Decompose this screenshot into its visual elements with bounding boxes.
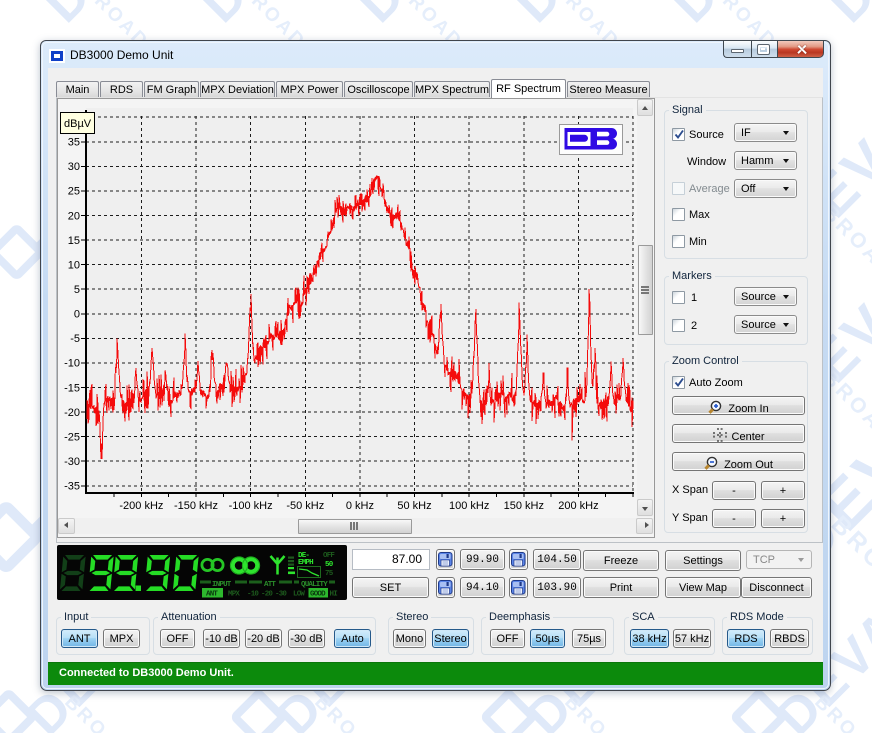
svg-text:-100 kHz: -100 kHz bbox=[229, 500, 273, 512]
svg-text:-30: -30 bbox=[275, 591, 287, 599]
svg-text:-150 kHz: -150 kHz bbox=[174, 500, 218, 512]
svg-text:50 kHz: 50 kHz bbox=[397, 500, 431, 512]
svg-text:-15: -15 bbox=[64, 382, 80, 394]
svg-text:35: 35 bbox=[68, 137, 80, 149]
svg-text:-30: -30 bbox=[64, 456, 80, 468]
svg-text:OFF: OFF bbox=[323, 552, 335, 560]
svg-text:50: 50 bbox=[325, 561, 334, 569]
svg-text:200 kHz: 200 kHz bbox=[558, 500, 598, 512]
svg-text:LOW: LOW bbox=[293, 591, 305, 599]
svg-text:-10: -10 bbox=[247, 591, 259, 599]
svg-text:15: 15 bbox=[68, 235, 80, 247]
svg-text:20: 20 bbox=[68, 210, 80, 222]
svg-text:10: 10 bbox=[68, 259, 80, 271]
svg-text:5: 5 bbox=[74, 284, 80, 296]
svg-text:100 kHz: 100 kHz bbox=[449, 500, 489, 512]
svg-text:30: 30 bbox=[68, 161, 80, 173]
svg-text:-35: -35 bbox=[64, 481, 80, 493]
svg-text:EMPH: EMPH bbox=[298, 559, 313, 567]
svg-text:150 kHz: 150 kHz bbox=[504, 500, 544, 512]
svg-text:ATT: ATT bbox=[264, 581, 276, 589]
svg-text:-25: -25 bbox=[64, 431, 80, 443]
svg-text:ANT: ANT bbox=[206, 591, 218, 599]
svg-text:-20: -20 bbox=[261, 591, 273, 599]
svg-text:GOOD: GOOD bbox=[310, 591, 326, 599]
svg-text:75: 75 bbox=[325, 570, 334, 578]
svg-text:-200 kHz: -200 kHz bbox=[119, 500, 163, 512]
svg-text:QUALITY: QUALITY bbox=[301, 581, 328, 589]
svg-text:-20: -20 bbox=[64, 407, 80, 419]
svg-text:25: 25 bbox=[68, 186, 80, 198]
svg-text:0 kHz: 0 kHz bbox=[346, 500, 374, 512]
svg-text:INPUT: INPUT bbox=[212, 581, 232, 589]
svg-text:0: 0 bbox=[74, 309, 80, 321]
svg-text:-5: -5 bbox=[70, 333, 80, 345]
svg-text:-50 kHz: -50 kHz bbox=[286, 500, 324, 512]
svg-text:HI: HI bbox=[330, 591, 338, 599]
svg-text:MPX: MPX bbox=[228, 591, 240, 599]
svg-text:dBµV: dBµV bbox=[64, 118, 92, 130]
svg-text:-10: -10 bbox=[64, 358, 80, 370]
